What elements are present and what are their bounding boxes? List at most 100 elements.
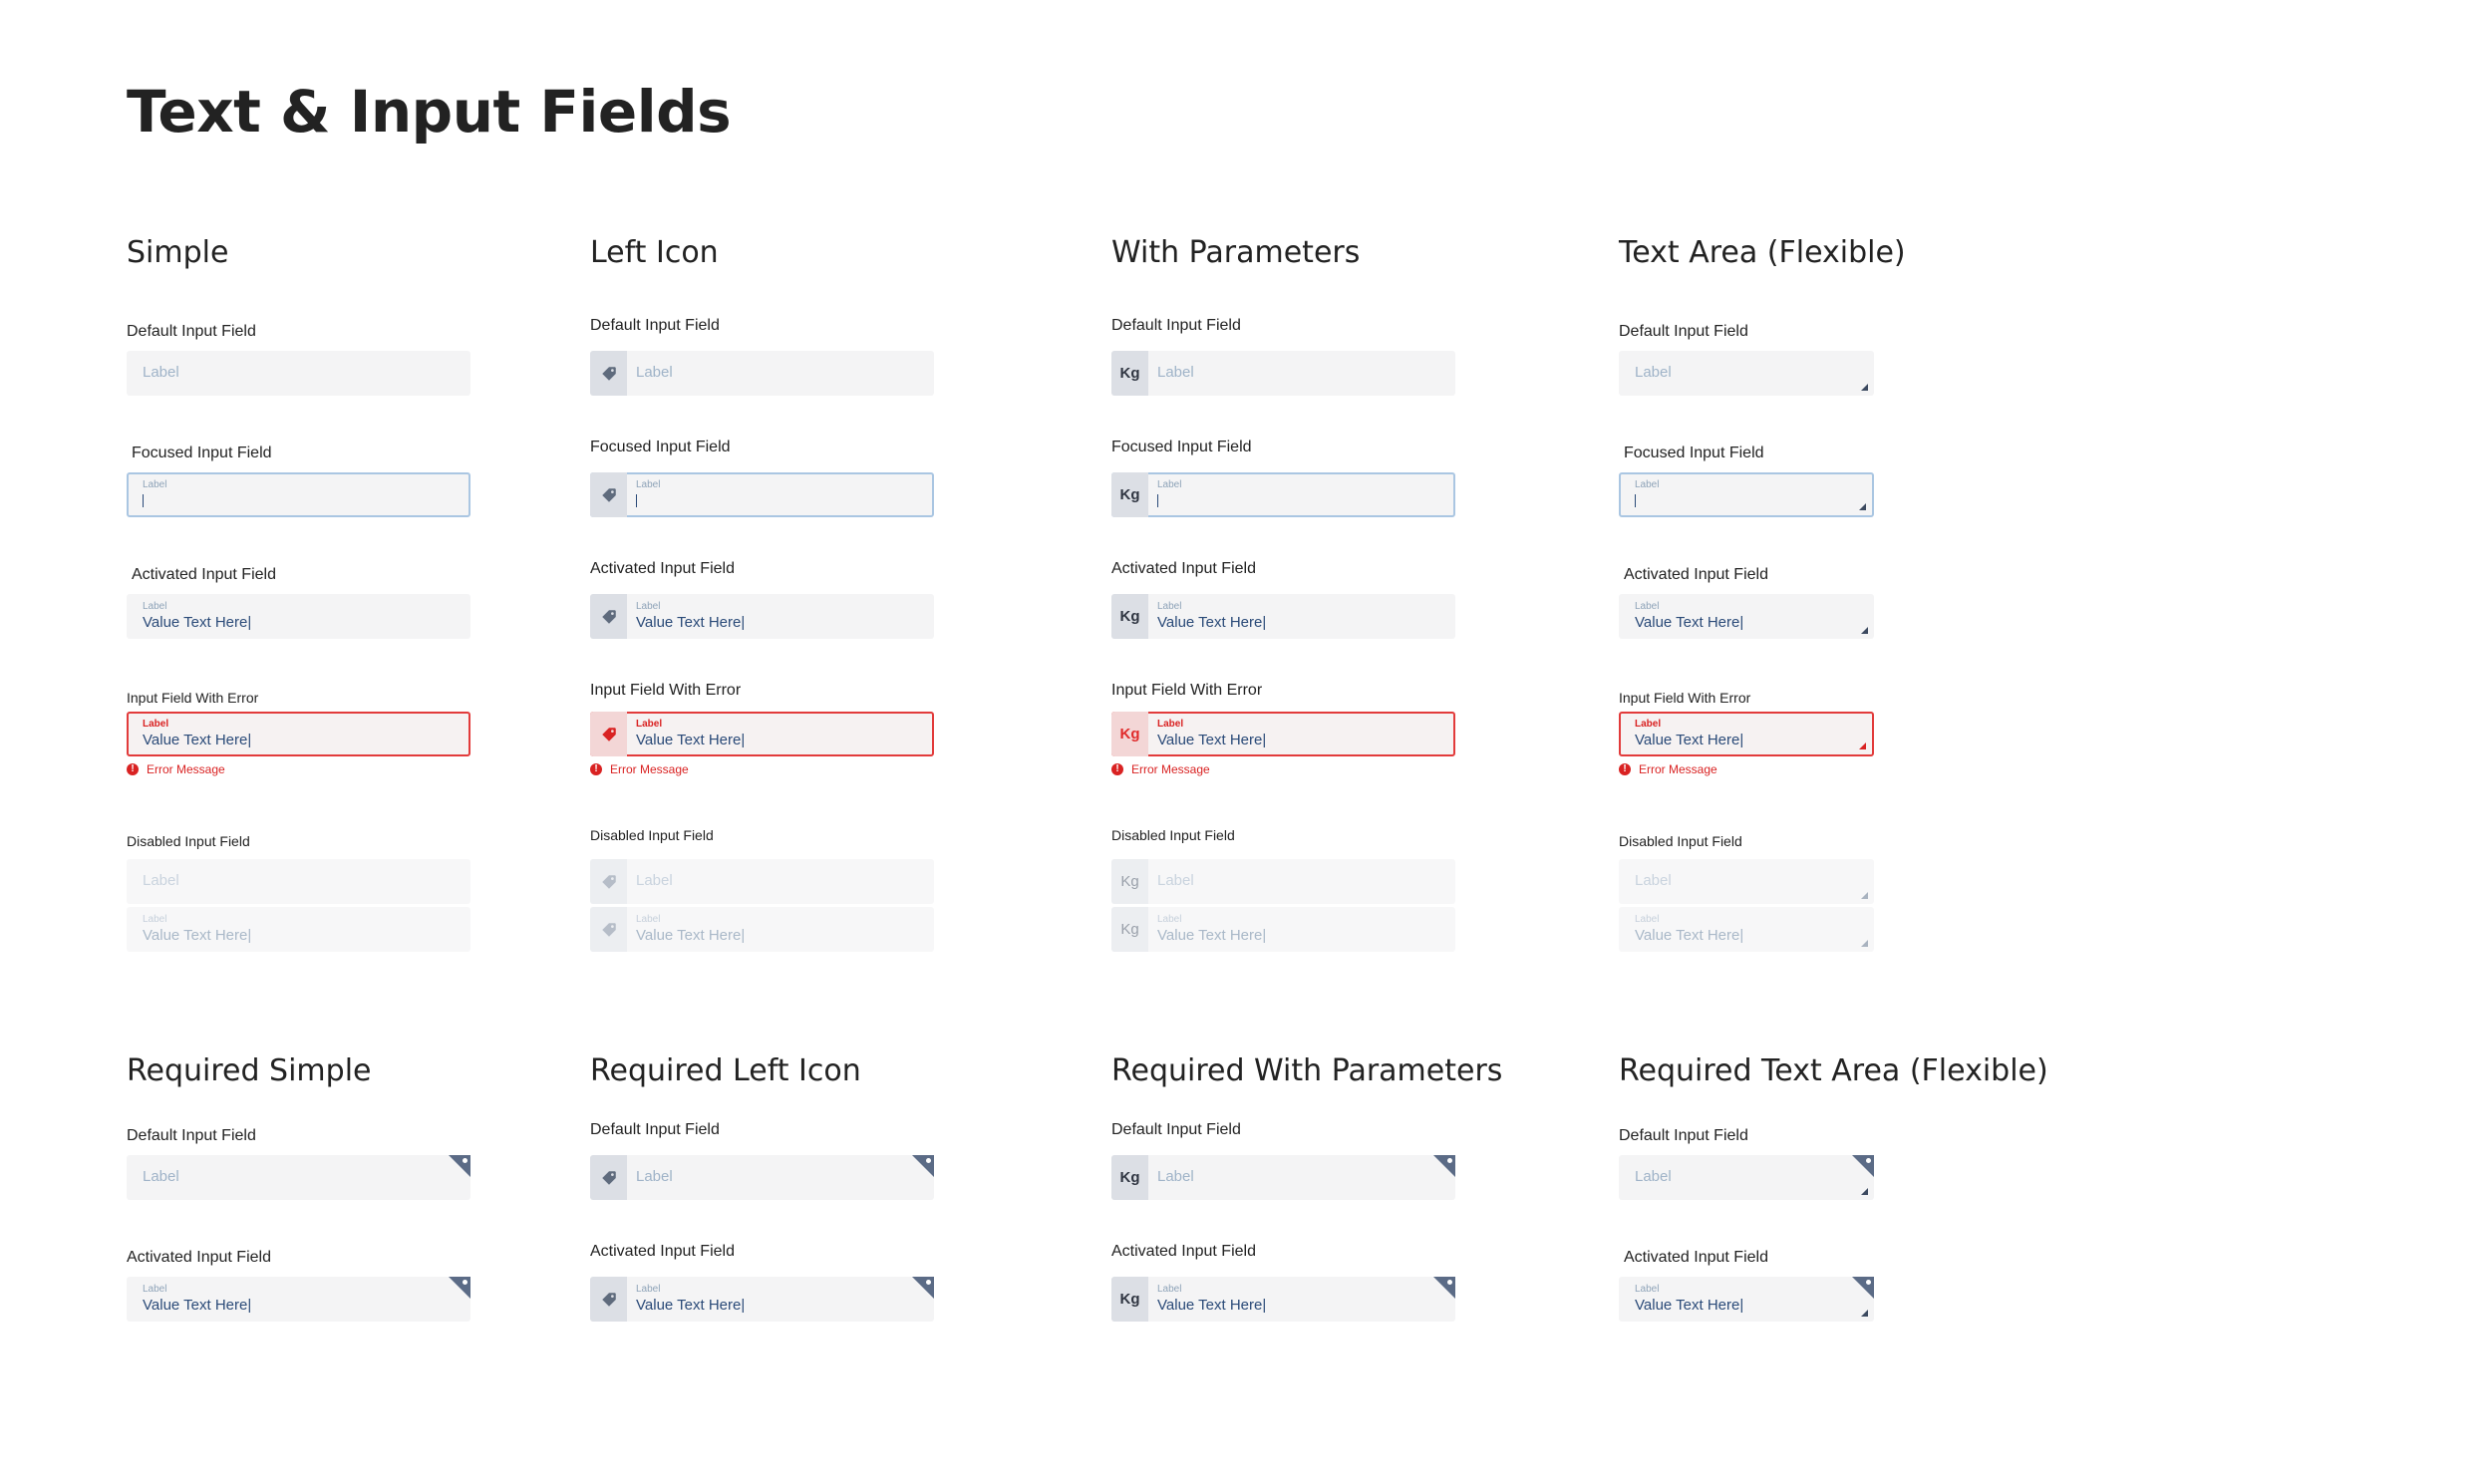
caption: Default Input Field	[1111, 317, 1241, 334]
error-icon: !	[127, 763, 139, 775]
focused-input-field[interactable]: Label	[127, 472, 470, 517]
floating-label: Label	[636, 1284, 661, 1295]
tag-icon	[590, 351, 627, 396]
focused-text-area[interactable]: Label	[1619, 472, 1874, 517]
error-input-field[interactable]: Kg Label Value Text Here|	[1111, 712, 1455, 756]
caption: Default Input Field	[127, 1127, 256, 1144]
required-dot-icon	[926, 1280, 931, 1285]
activated-input-field[interactable]: Kg Label Value Text Here|	[1111, 594, 1455, 639]
focused-input-field[interactable]: Label	[590, 472, 934, 517]
caption: Default Input Field	[1111, 1121, 1241, 1138]
floating-label: Label	[636, 601, 661, 612]
input-value: Value Text Here|	[143, 732, 252, 748]
error-message: ! Error Message	[1619, 762, 1717, 776]
floating-label: Label	[1635, 1284, 1660, 1295]
resize-handle-icon[interactable]	[1859, 742, 1866, 749]
error-text-area[interactable]: Label Value Text Here|	[1619, 712, 1874, 756]
param-text: Kg	[1119, 365, 1140, 382]
unit-parameter: Kg	[1111, 1277, 1148, 1322]
section-title: Left Icon	[590, 235, 719, 270]
resize-handle-icon[interactable]	[1861, 1188, 1868, 1195]
required-activated-input-field[interactable]: Kg Label Value Text Here|	[1111, 1277, 1455, 1322]
floating-label: Label	[1635, 479, 1660, 490]
required-default-input-field[interactable]: Kg Label	[1111, 1155, 1455, 1200]
focused-input-field[interactable]: Kg Label	[1111, 472, 1455, 517]
disabled-input-field: Label	[590, 859, 934, 904]
default-input-field[interactable]: Label	[127, 351, 470, 396]
unit-parameter: Kg	[1111, 594, 1148, 639]
input-value: Value Text Here|	[143, 614, 252, 631]
placeholder: Label	[1157, 1168, 1194, 1185]
required-activated-input-field[interactable]: Label Value Text Here|	[127, 1277, 470, 1322]
input-value: Value Text Here|	[1157, 732, 1267, 748]
caption: Input Field With Error	[1619, 690, 1751, 706]
resize-handle-icon[interactable]	[1861, 1310, 1868, 1317]
error-input-field[interactable]: Label Value Text Here|	[127, 712, 470, 756]
section-title: Text Area (Flexible)	[1619, 235, 1906, 270]
resize-handle-icon[interactable]	[1859, 503, 1866, 510]
floating-label: Label	[143, 479, 167, 490]
disabled-input-field: Label	[127, 859, 470, 904]
floating-label: Label	[1157, 1284, 1182, 1295]
floating-label: Label	[143, 719, 169, 730]
floating-label: Label	[1157, 479, 1182, 490]
error-message: ! Error Message	[127, 762, 225, 776]
default-input-field[interactable]: Kg Label	[1111, 351, 1455, 396]
section-title: Simple	[127, 235, 229, 270]
default-input-field[interactable]: Label	[590, 351, 934, 396]
error-message: ! Error Message	[590, 762, 689, 776]
caption: Activated Input Field	[590, 560, 735, 577]
param-text: Kg	[1119, 1291, 1140, 1308]
error-text: Error Message	[147, 762, 225, 776]
section-title: Required Left Icon	[590, 1053, 861, 1088]
activated-input-field[interactable]: Label Value Text Here|	[127, 594, 470, 639]
required-activated-text-area[interactable]: Label Value Text Here|	[1619, 1277, 1874, 1322]
caption: Disabled Input Field	[127, 833, 250, 849]
required-dot-icon	[463, 1158, 467, 1163]
error-input-field[interactable]: Label Value Text Here|	[590, 712, 934, 756]
placeholder: Label	[1157, 872, 1194, 889]
disabled-input-field: Kg Label	[1111, 859, 1455, 904]
activated-text-area[interactable]: Label Value Text Here|	[1619, 594, 1874, 639]
required-activated-input-field[interactable]: Label Value Text Here|	[590, 1277, 934, 1322]
caption: Default Input Field	[1619, 323, 1748, 340]
error-text: Error Message	[610, 762, 689, 776]
input-value: Value Text Here|	[1635, 1297, 1744, 1314]
unit-parameter: Kg	[1111, 859, 1148, 904]
placeholder: Label	[143, 1168, 179, 1185]
param-text: Kg	[1120, 921, 1139, 938]
caption: Activated Input Field	[1624, 566, 1768, 583]
required-default-text-area[interactable]: Label	[1619, 1155, 1874, 1200]
page-title: Text & Input Fields	[127, 78, 732, 146]
caption: Disabled Input Field	[1619, 833, 1742, 849]
tag-icon	[590, 594, 627, 639]
required-default-input-field[interactable]: Label	[127, 1155, 470, 1200]
error-text: Error Message	[1639, 762, 1717, 776]
default-text-area[interactable]: Label	[1619, 351, 1874, 396]
caption: Activated Input Field	[1111, 560, 1256, 577]
required-default-input-field[interactable]: Label	[590, 1155, 934, 1200]
tag-icon	[590, 1277, 627, 1322]
unit-parameter: Kg	[1111, 907, 1148, 952]
caption: Disabled Input Field	[1111, 827, 1235, 843]
resize-handle-icon	[1861, 892, 1868, 899]
error-icon: !	[1619, 763, 1631, 775]
caption: Focused Input Field	[1624, 445, 1764, 461]
input-value: Value Text Here|	[636, 1297, 746, 1314]
error-text: Error Message	[1131, 762, 1210, 776]
input-value: Value Text Here|	[1635, 614, 1744, 631]
input-value: Value Text Here|	[1157, 614, 1267, 631]
input-value: Value Text Here|	[1157, 927, 1267, 944]
input-value: Value Text Here|	[636, 614, 746, 631]
error-icon: !	[590, 763, 602, 775]
required-dot-icon	[1447, 1280, 1452, 1285]
floating-label: Label	[143, 601, 167, 612]
input-value: Value Text Here|	[636, 927, 746, 944]
activated-input-field[interactable]: Label Value Text Here|	[590, 594, 934, 639]
caption: Activated Input Field	[590, 1243, 735, 1260]
required-dot-icon	[463, 1280, 467, 1285]
resize-handle-icon[interactable]	[1861, 384, 1868, 391]
required-dot-icon	[1866, 1158, 1871, 1163]
tag-icon	[590, 472, 627, 517]
resize-handle-icon[interactable]	[1861, 627, 1868, 634]
